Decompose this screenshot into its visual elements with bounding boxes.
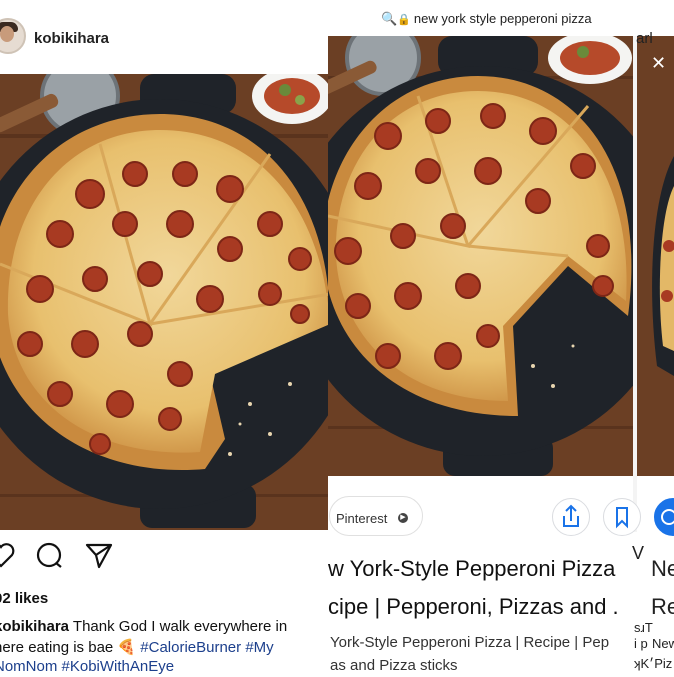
result-description-line-1: York-Style Pepperoni Pizza | Recipe | Pe… — [330, 634, 610, 651]
next-result-image[interactable] — [637, 36, 674, 476]
result-title-line-1[interactable]: w York-Style Pepperoni Pizza — [328, 556, 638, 582]
heart-icon[interactable] — [0, 540, 16, 570]
search-icon: 🔍 — [381, 11, 398, 26]
caption-line-3: NomNom #KobiWithAnEye — [0, 656, 328, 677]
caption-username[interactable]: kobikihara — [0, 618, 69, 635]
dropdown-chevron-icon[interactable]: V — [632, 543, 644, 564]
share-icon[interactable] — [84, 540, 114, 570]
next-sub-fragment-3: New — [652, 636, 674, 651]
search-query-text: new york style pepperoni pizza — [413, 11, 592, 26]
close-icon[interactable]: ✕ — [651, 53, 666, 74]
result-title-line-2[interactable]: cipe | Pepperoni, Pizzas and . — [328, 594, 634, 620]
comment-icon[interactable] — [34, 540, 64, 570]
pizza-photo-left — [0, 74, 328, 530]
share-icon — [563, 504, 579, 527]
next-title-fragment-1: Ne — [651, 556, 674, 581]
next-sub-fragment-1: i p — [634, 636, 648, 651]
source-chip-label: Pinterest — [336, 511, 388, 526]
caption-text-2: here eating is bae 🍕 — [0, 639, 141, 656]
globe-icon — [661, 509, 674, 525]
post-username[interactable]: kobikihara — [34, 30, 109, 47]
hashtag-link[interactable]: NomNom #KobiWithAnEye — [0, 658, 174, 675]
adjacent-url-fragment: arl — [636, 30, 653, 47]
likes-count[interactable]: 02 likes — [0, 590, 48, 607]
post-action-bar — [0, 540, 328, 576]
caption-line-2: here eating is bae 🍕 #CalorieBurner #My — [0, 637, 328, 658]
result-description-line-2: as and Pizza sticks — [330, 657, 458, 674]
share-button[interactable] — [552, 498, 590, 536]
next-sub-fragment-2: sɹT — [634, 620, 653, 635]
chevron-right-icon: ▶ — [398, 513, 408, 523]
caption-line-1: kobikihara Thank God I walk everywhere i… — [0, 616, 328, 637]
visit-button[interactable] — [654, 498, 674, 536]
caption-text-1: Thank God I walk everywhere in — [69, 618, 288, 635]
lock-icon: 🔒 — [397, 14, 411, 26]
pizza-photo-right[interactable] — [328, 36, 633, 476]
bookmark-icon — [616, 507, 628, 529]
hashtag-link[interactable]: #CalorieBurner #My — [140, 639, 273, 656]
save-button[interactable] — [603, 498, 641, 536]
search-query-bar[interactable]: 🔍🔒 new york style pepperoni pizza — [381, 11, 592, 27]
next-title-fragment-2: Re — [651, 594, 674, 619]
next-sub-fragment-4: ʞK׳Piz — [634, 656, 673, 671]
